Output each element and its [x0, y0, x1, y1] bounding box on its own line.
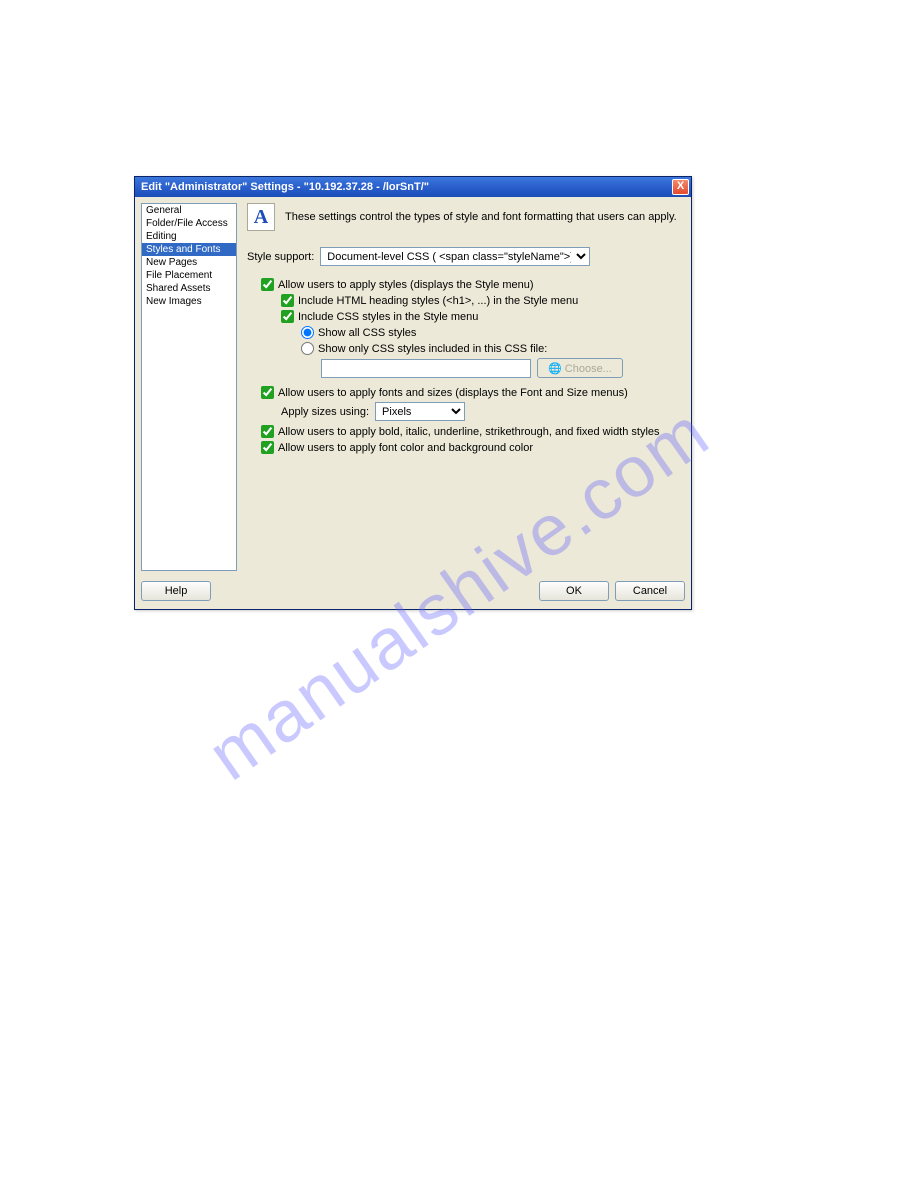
show-only-css-row[interactable]: Show only CSS styles included in this CS… [301, 342, 681, 355]
include-headings-row[interactable]: Include HTML heading styles (<h1>, ...) … [281, 294, 681, 307]
help-button[interactable]: Help [141, 581, 211, 601]
ok-button[interactable]: OK [539, 581, 609, 601]
settings-dialog: Edit "Administrator" Settings - "10.192.… [134, 176, 692, 610]
panel-description: These settings control the types of styl… [285, 211, 677, 223]
close-button[interactable]: X [672, 179, 689, 195]
sidebar-item-new-images[interactable]: New Images [142, 295, 236, 308]
dialog-footer: Help OK Cancel [135, 577, 691, 609]
allow-fonts-label: Allow users to apply fonts and sizes (di… [278, 387, 628, 399]
sidebar-item-file-placement[interactable]: File Placement [142, 269, 236, 282]
sidebar-item-general[interactable]: General [142, 204, 236, 217]
show-only-css-radio[interactable] [301, 342, 314, 355]
include-headings-label: Include HTML heading styles (<h1>, ...) … [298, 295, 578, 307]
allow-color-row[interactable]: Allow users to apply font color and back… [261, 441, 681, 454]
allow-bold-label: Allow users to apply bold, italic, under… [278, 426, 660, 438]
show-all-css-row[interactable]: Show all CSS styles [301, 326, 681, 339]
allow-color-checkbox[interactable] [261, 441, 274, 454]
include-css-row[interactable]: Include CSS styles in the Style menu [281, 310, 681, 323]
show-all-css-radio[interactable] [301, 326, 314, 339]
allow-fonts-row[interactable]: Allow users to apply fonts and sizes (di… [261, 386, 681, 399]
show-all-css-label: Show all CSS styles [318, 327, 416, 339]
allow-fonts-checkbox[interactable] [261, 386, 274, 399]
sidebar-item-styles-and-fonts[interactable]: Styles and Fonts [142, 243, 236, 256]
style-support-label: Style support: [247, 251, 314, 263]
sidebar-item-folder-file-access[interactable]: Folder/File Access [142, 217, 236, 230]
font-a-icon: A [247, 203, 275, 231]
allow-bold-checkbox[interactable] [261, 425, 274, 438]
allow-apply-styles-label: Allow users to apply styles (displays th… [278, 279, 534, 291]
sidebar-item-editing[interactable]: Editing [142, 230, 236, 243]
content-panel: A These settings control the types of st… [243, 203, 685, 571]
include-css-label: Include CSS styles in the Style menu [298, 311, 478, 323]
show-only-css-label: Show only CSS styles included in this CS… [318, 343, 547, 355]
titlebar-text: Edit "Administrator" Settings - "10.192.… [141, 181, 429, 193]
include-css-checkbox[interactable] [281, 310, 294, 323]
category-sidebar: General Folder/File Access Editing Style… [141, 203, 237, 571]
sidebar-item-new-pages[interactable]: New Pages [142, 256, 236, 269]
allow-apply-styles-checkbox[interactable] [261, 278, 274, 291]
css-file-input[interactable] [321, 359, 531, 378]
apply-sizes-select[interactable]: Pixels [375, 402, 465, 421]
style-support-select[interactable]: Document-level CSS ( <span class="styleN… [320, 247, 590, 266]
include-headings-checkbox[interactable] [281, 294, 294, 307]
apply-sizes-label: Apply sizes using: [281, 406, 369, 418]
allow-bold-row[interactable]: Allow users to apply bold, italic, under… [261, 425, 681, 438]
titlebar[interactable]: Edit "Administrator" Settings - "10.192.… [135, 177, 691, 197]
sidebar-item-shared-assets[interactable]: Shared Assets [142, 282, 236, 295]
allow-color-label: Allow users to apply font color and back… [278, 442, 533, 454]
choose-button[interactable]: 🌐 Choose... [537, 358, 623, 378]
cancel-button[interactable]: Cancel [615, 581, 685, 601]
allow-apply-styles-row[interactable]: Allow users to apply styles (displays th… [261, 278, 681, 291]
